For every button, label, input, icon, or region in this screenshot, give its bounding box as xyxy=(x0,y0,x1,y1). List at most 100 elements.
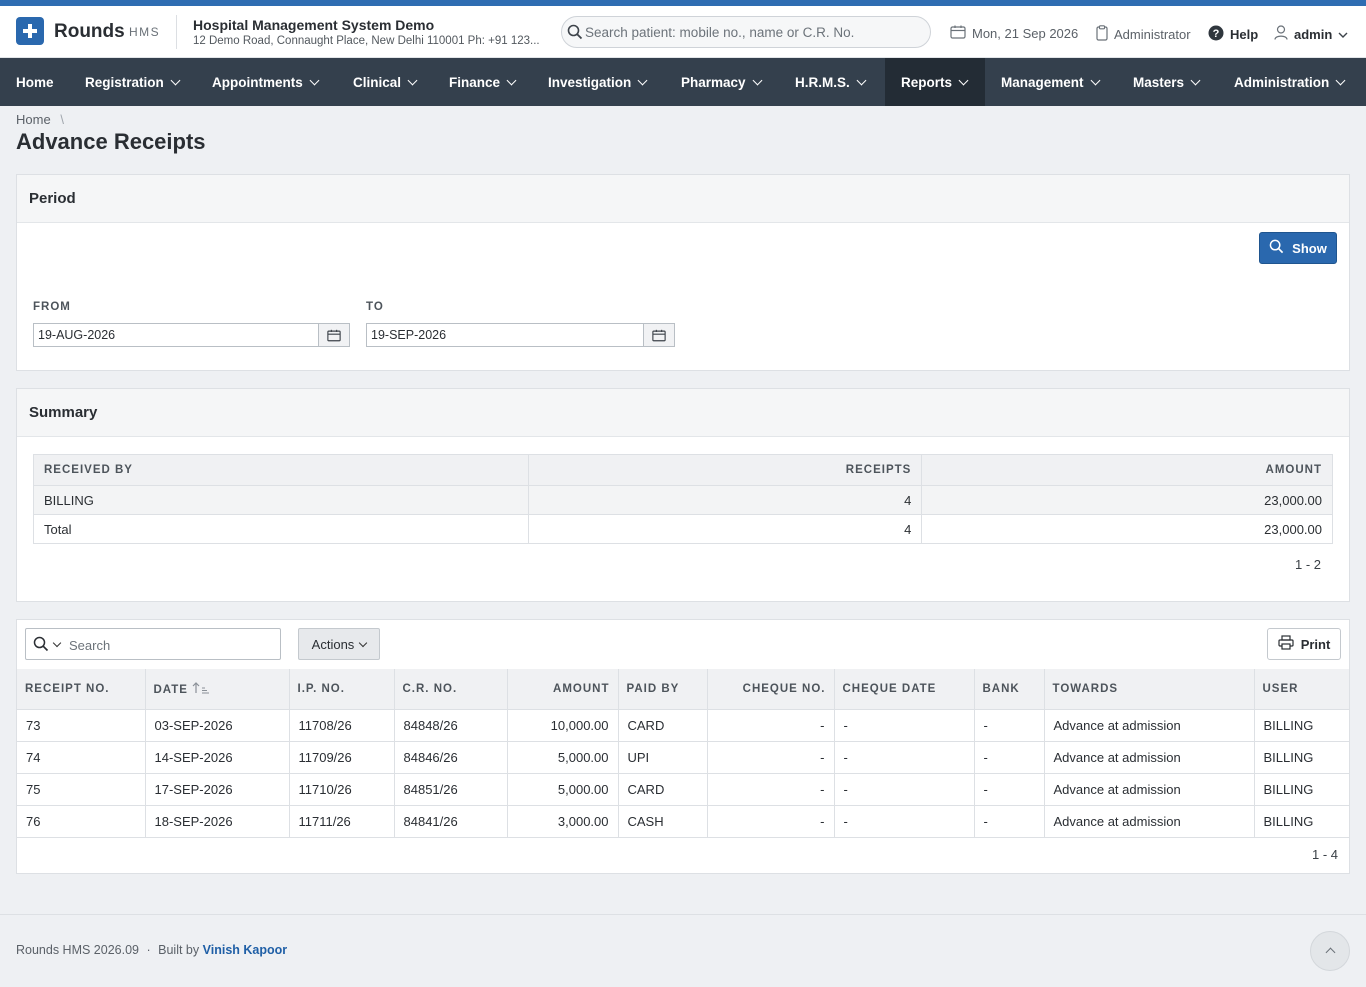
col-amount[interactable]: AMOUNT xyxy=(506,669,618,710)
nav-label: Administration xyxy=(1234,74,1330,90)
breadcrumb-home[interactable]: Home xyxy=(16,112,51,127)
calendar-icon[interactable] xyxy=(318,324,349,346)
chevron-down-icon xyxy=(856,75,867,85)
nav-hrms[interactable]: H.R.M.S. xyxy=(779,58,881,106)
app-header: Rounds HMS Hospital Management System De… xyxy=(0,6,1366,58)
nav-label: Pharmacy xyxy=(681,74,746,90)
cell-receipt-no: 73 xyxy=(17,709,145,742)
main-navbar: Home Registration Appointments Clinical … xyxy=(0,58,1366,106)
table-row[interactable]: Total 4 23,000.00 xyxy=(33,514,1333,544)
chevron-up-icon xyxy=(1325,947,1336,958)
cell-ip-no: 11711/26 xyxy=(288,805,394,838)
table-search-input[interactable] xyxy=(69,635,269,655)
col-bank[interactable]: BANK xyxy=(973,669,1044,710)
table-search[interactable] xyxy=(25,628,281,660)
cell-amount: 5,000.00 xyxy=(506,773,618,806)
clipboard-icon xyxy=(1096,25,1108,44)
svg-text:?: ? xyxy=(1213,28,1220,40)
summary-table: RECEIVED BY RECEIPTS AMOUNT BILLING 4 23… xyxy=(33,454,1333,544)
sort-ascending-icon[interactable] xyxy=(192,681,210,696)
col-amount[interactable]: AMOUNT xyxy=(921,454,1333,486)
table-row[interactable]: 76 18-SEP-2026 11711/26 84841/26 3,000.0… xyxy=(17,805,1349,838)
cell-cheque-no: - xyxy=(706,741,834,774)
nav-reports[interactable]: Reports xyxy=(885,58,985,106)
patient-search[interactable] xyxy=(561,16,931,48)
footer-author-link[interactable]: Vinish Kapoor xyxy=(203,943,288,957)
period-card: Period Show FROM 19-AUG-2026 TO 19-SEP-2… xyxy=(16,174,1350,371)
nav-clinical[interactable]: Clinical xyxy=(337,58,432,106)
chevron-down-icon[interactable] xyxy=(52,638,62,648)
nav-home[interactable]: Home xyxy=(0,58,70,106)
nav-registration[interactable]: Registration xyxy=(69,58,195,106)
cell-user: BILLING xyxy=(1253,741,1349,774)
help-link[interactable]: ? Help xyxy=(1208,25,1258,44)
chevron-down-icon xyxy=(407,75,418,85)
period-title: Period xyxy=(17,175,1349,223)
show-label: Show xyxy=(1292,240,1327,256)
cell-receipt-no: 75 xyxy=(17,773,145,806)
nav-finance[interactable]: Finance xyxy=(433,58,531,106)
calendar-icon[interactable] xyxy=(643,324,674,346)
cell-cheque-no: - xyxy=(706,805,834,838)
col-receipt-no[interactable]: RECEIPT NO. xyxy=(17,669,145,710)
table-row[interactable]: 73 03-SEP-2026 11708/26 84848/26 10,000.… xyxy=(17,709,1349,742)
cell-user: BILLING xyxy=(1253,709,1349,742)
from-date-value[interactable]: 19-AUG-2026 xyxy=(34,324,318,346)
from-date-field[interactable]: 19-AUG-2026 xyxy=(33,323,350,347)
cell-received-by: Total xyxy=(33,514,529,544)
print-button[interactable]: Print xyxy=(1267,628,1341,660)
patient-search-input[interactable] xyxy=(585,22,915,42)
chevron-down-icon xyxy=(958,75,969,85)
actions-label: Actions xyxy=(311,636,355,652)
nav-label: Masters xyxy=(1133,74,1185,90)
search-icon xyxy=(1269,239,1284,257)
footer-built-by: Built by xyxy=(158,943,200,957)
chevron-down-icon xyxy=(637,75,648,85)
col-towards[interactable]: TOWARDS xyxy=(1043,669,1254,710)
nav-pharmacy[interactable]: Pharmacy xyxy=(665,58,777,106)
brand-name[interactable]: Rounds xyxy=(54,21,125,43)
to-date-field[interactable]: 19-SEP-2026 xyxy=(366,323,675,347)
logo-icon[interactable] xyxy=(16,17,44,45)
search-icon[interactable] xyxy=(33,636,49,655)
table-row[interactable]: BILLING 4 23,000.00 xyxy=(33,485,1333,515)
actions-button[interactable]: Actions xyxy=(298,628,380,660)
col-user[interactable]: USER xyxy=(1253,669,1349,710)
role-indicator[interactable]: Administrator xyxy=(1096,25,1191,44)
nav-label: Investigation xyxy=(548,74,632,90)
col-paid-by[interactable]: PAID BY xyxy=(617,669,707,710)
col-cheque-date[interactable]: CHEQUE DATE xyxy=(833,669,974,710)
col-ip-no[interactable]: I.P. NO. xyxy=(288,669,394,710)
col-date[interactable]: DATE xyxy=(144,669,289,710)
nav-management[interactable]: Management xyxy=(985,58,1115,106)
cell-user: BILLING xyxy=(1253,773,1349,806)
search-icon xyxy=(567,24,583,43)
cell-towards: Advance at admission xyxy=(1043,709,1254,742)
col-cr-no[interactable]: C.R. NO. xyxy=(393,669,507,710)
footer-divider xyxy=(0,914,1366,915)
user-menu[interactable]: admin xyxy=(1274,25,1348,43)
calendar-icon xyxy=(950,25,966,42)
nav-appointments[interactable]: Appointments xyxy=(196,58,334,106)
cell-amount: 5,000.00 xyxy=(506,741,618,774)
col-receipts[interactable]: RECEIPTS xyxy=(527,454,923,486)
cell-paid-by: CARD xyxy=(617,709,707,742)
col-received-by[interactable]: RECEIVED BY xyxy=(33,454,529,486)
organization-name: Hospital Management System Demo xyxy=(193,17,435,33)
cell-cr-no: 84851/26 xyxy=(393,773,507,806)
cell-receipt-no: 74 xyxy=(17,741,145,774)
scroll-to-top-button[interactable] xyxy=(1310,931,1350,971)
cell-cheque-date: - xyxy=(833,805,974,838)
header-divider xyxy=(176,15,177,49)
to-date-value[interactable]: 19-SEP-2026 xyxy=(367,324,643,346)
table-row[interactable]: 74 14-SEP-2026 11709/26 84846/26 5,000.0… xyxy=(17,741,1349,774)
receipts-pagination: 1 - 4 xyxy=(1312,847,1339,862)
nav-masters[interactable]: Masters xyxy=(1117,58,1215,106)
cell-date: 14-SEP-2026 xyxy=(144,741,289,774)
col-cheque-no[interactable]: CHEQUE NO. xyxy=(706,669,834,710)
table-row[interactable]: 75 17-SEP-2026 11710/26 84851/26 5,000.0… xyxy=(17,773,1349,806)
nav-administration[interactable]: Administration xyxy=(1218,58,1360,106)
cell-date: 17-SEP-2026 xyxy=(144,773,289,806)
show-button[interactable]: Show xyxy=(1259,232,1337,264)
nav-investigation[interactable]: Investigation xyxy=(532,58,662,106)
